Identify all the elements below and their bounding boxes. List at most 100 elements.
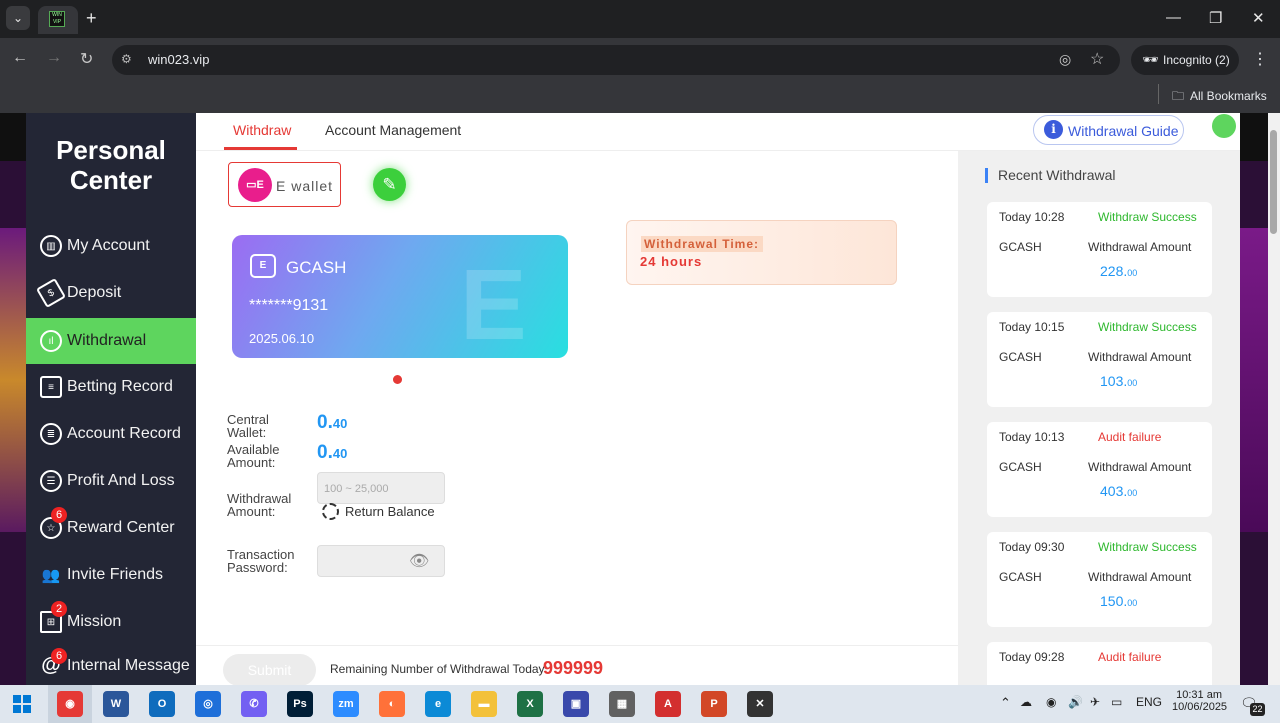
sidebar-item-profit-loss[interactable]: ☰ Profit And Loss	[26, 458, 196, 504]
clock-date: 10/06/2025	[1172, 701, 1228, 713]
sidebar-title-line2: Center	[69, 165, 153, 195]
recent-amount-label: Withdrawal Amount	[1088, 350, 1192, 364]
calculator-icon[interactable]: ▦	[609, 691, 635, 717]
tray-clock[interactable]: 10:31 am 10/06/2025	[1172, 689, 1227, 713]
right-decoration	[1240, 228, 1268, 532]
left-decoration	[0, 228, 26, 532]
recent-method: GCASH	[999, 570, 1042, 584]
sidebar-item-label: Invite Friends	[67, 566, 164, 583]
recent-time: Today 10:13	[999, 430, 1065, 444]
available-amount-label: Available Amount:	[227, 443, 280, 469]
game-app-icon[interactable]: ✕	[747, 691, 773, 717]
sidebar-item-my-account[interactable]: ▥ My Account	[26, 223, 196, 269]
tray-monitor-icon[interactable]: ▭	[1111, 695, 1122, 709]
app-blue-icon[interactable]: ◎	[195, 691, 221, 717]
pwd-label-2: Password:	[227, 560, 288, 575]
mission-badge: 2	[51, 601, 67, 617]
viber-icon[interactable]: ✆	[241, 691, 267, 717]
recent-amount-value: 150.00	[1100, 593, 1137, 609]
card-date: 2025.06.10	[249, 331, 315, 346]
sidebar-title-line1: Personal	[56, 135, 166, 165]
available-int: 0.	[317, 442, 333, 463]
card-watermark-icon: E	[460, 249, 527, 361]
eye-off-icon[interactable]: ◎	[1059, 51, 1071, 68]
users-icon: 👥	[41, 567, 61, 584]
eye-slash-icon[interactable]: 👁	[409, 551, 429, 571]
recent-amount-value: 228.00	[1100, 263, 1137, 279]
central-wallet-label-2: Wallet:	[227, 425, 267, 440]
new-tab-plus-icon[interactable]: +	[86, 8, 97, 29]
carousel-dot[interactable]	[393, 375, 402, 384]
excel-icon[interactable]: X	[517, 691, 543, 717]
recent-status: Audit failure	[1098, 430, 1162, 444]
tab-withdraw[interactable]: Withdraw	[233, 122, 291, 138]
recent-amount-dec: 00	[1127, 598, 1138, 608]
forward-arrow-icon[interactable]: →	[46, 49, 62, 67]
refresh-icon[interactable]	[322, 503, 339, 520]
submit-button[interactable]: Submit	[223, 654, 316, 686]
central-wallet-label: Central Wallet:	[227, 413, 269, 439]
scrollbar-thumb[interactable]	[1270, 130, 1277, 234]
restore-icon[interactable]: ❐	[1209, 9, 1222, 27]
reload-icon[interactable]: ↻	[80, 49, 93, 69]
available-label-2: Amount:	[227, 455, 276, 470]
sidebar-item-label: Deposit	[67, 284, 122, 301]
info-icon: i	[1044, 120, 1063, 139]
all-bookmarks[interactable]: 🗀 All Bookmarks	[1172, 87, 1267, 108]
available-dec: 40	[332, 446, 348, 461]
record-icon: ≣	[40, 423, 62, 445]
powerpoint-icon[interactable]: P	[701, 691, 727, 717]
sidebar-item-withdrawal[interactable]: ıl Withdrawal	[26, 318, 196, 364]
recent-amount-int: 403.	[1100, 483, 1128, 499]
zoom-icon[interactable]: zm	[333, 691, 359, 717]
address-bar[interactable]	[112, 45, 1120, 75]
recent-time: Today 09:28	[999, 650, 1065, 664]
status-dot[interactable]	[1212, 114, 1236, 138]
withdrawal-icon: ıl	[40, 330, 62, 352]
windows-start-icon[interactable]	[13, 695, 31, 713]
browser-titlebar	[0, 0, 1280, 38]
amount-label-2: Amount:	[227, 504, 276, 519]
firefox-icon[interactable]: ◐	[379, 691, 405, 717]
file-explorer-icon[interactable]: ▬	[471, 691, 497, 717]
close-window-icon[interactable]: ✕	[1252, 9, 1265, 27]
tray-network-icon[interactable]: ✈	[1090, 695, 1100, 709]
tray-record-icon[interactable]: ◉	[1046, 695, 1056, 709]
sidebar-item-deposit[interactable]: $ Deposit	[26, 270, 196, 316]
account-icon: ▥	[40, 235, 62, 257]
windows-taskbar	[0, 685, 1280, 723]
withdrawal-amount-input[interactable]: 100 ~ 25,000	[317, 472, 445, 504]
photoshop-icon[interactable]: Ps	[287, 691, 313, 717]
edit-pencil-icon[interactable]: ✎	[373, 168, 406, 201]
sidebar-item-account-record[interactable]: ≣ Account Record	[26, 411, 196, 457]
word-icon[interactable]: W	[103, 691, 129, 717]
tab-account-management[interactable]: Account Management	[325, 122, 461, 138]
sidebar-item-betting-record[interactable]: ≡ Betting Record	[26, 364, 196, 410]
notification-count: 22	[1250, 703, 1265, 716]
tray-language[interactable]: ENG	[1136, 695, 1162, 709]
site-info-icon[interactable]: ⚙	[121, 52, 132, 66]
return-balance-button[interactable]: Return Balance	[345, 504, 435, 519]
back-arrow-icon[interactable]: ←	[12, 49, 28, 67]
menu-dots-icon[interactable]: ⋮	[1252, 49, 1268, 69]
tray-speaker-icon[interactable]: 🔊	[1068, 695, 1083, 709]
sidebar-item-label: My Account	[67, 237, 150, 254]
tray-cloud-icon[interactable]: ☁	[1020, 695, 1032, 709]
edge-icon[interactable]: e	[425, 691, 451, 717]
outlook-icon[interactable]: O	[149, 691, 175, 717]
acrobat-icon[interactable]: A	[655, 691, 681, 717]
recent-status: Withdraw Success	[1098, 320, 1197, 334]
tab-search-chevron-icon[interactable]: ⌄	[6, 6, 30, 30]
tab-active-indicator	[224, 147, 297, 150]
central-wallet-dec: 40	[332, 416, 348, 431]
recent-status: Audit failure	[1098, 650, 1162, 664]
chrome-icon[interactable]: ◉	[57, 691, 83, 717]
bookmark-star-icon[interactable]: ☆	[1090, 49, 1104, 69]
incognito-icon: 🕶	[1142, 52, 1159, 67]
url-text[interactable]: win023.vip	[148, 52, 209, 67]
central-wallet-value: 0.40	[317, 412, 347, 434]
tray-chevron-icon[interactable]: ⌃	[1000, 695, 1011, 711]
remote-app-icon[interactable]: ▣	[563, 691, 589, 717]
minimize-icon[interactable]: —	[1166, 9, 1181, 26]
sidebar-item-invite-friends[interactable]: 👥 Invite Friends	[26, 552, 196, 598]
